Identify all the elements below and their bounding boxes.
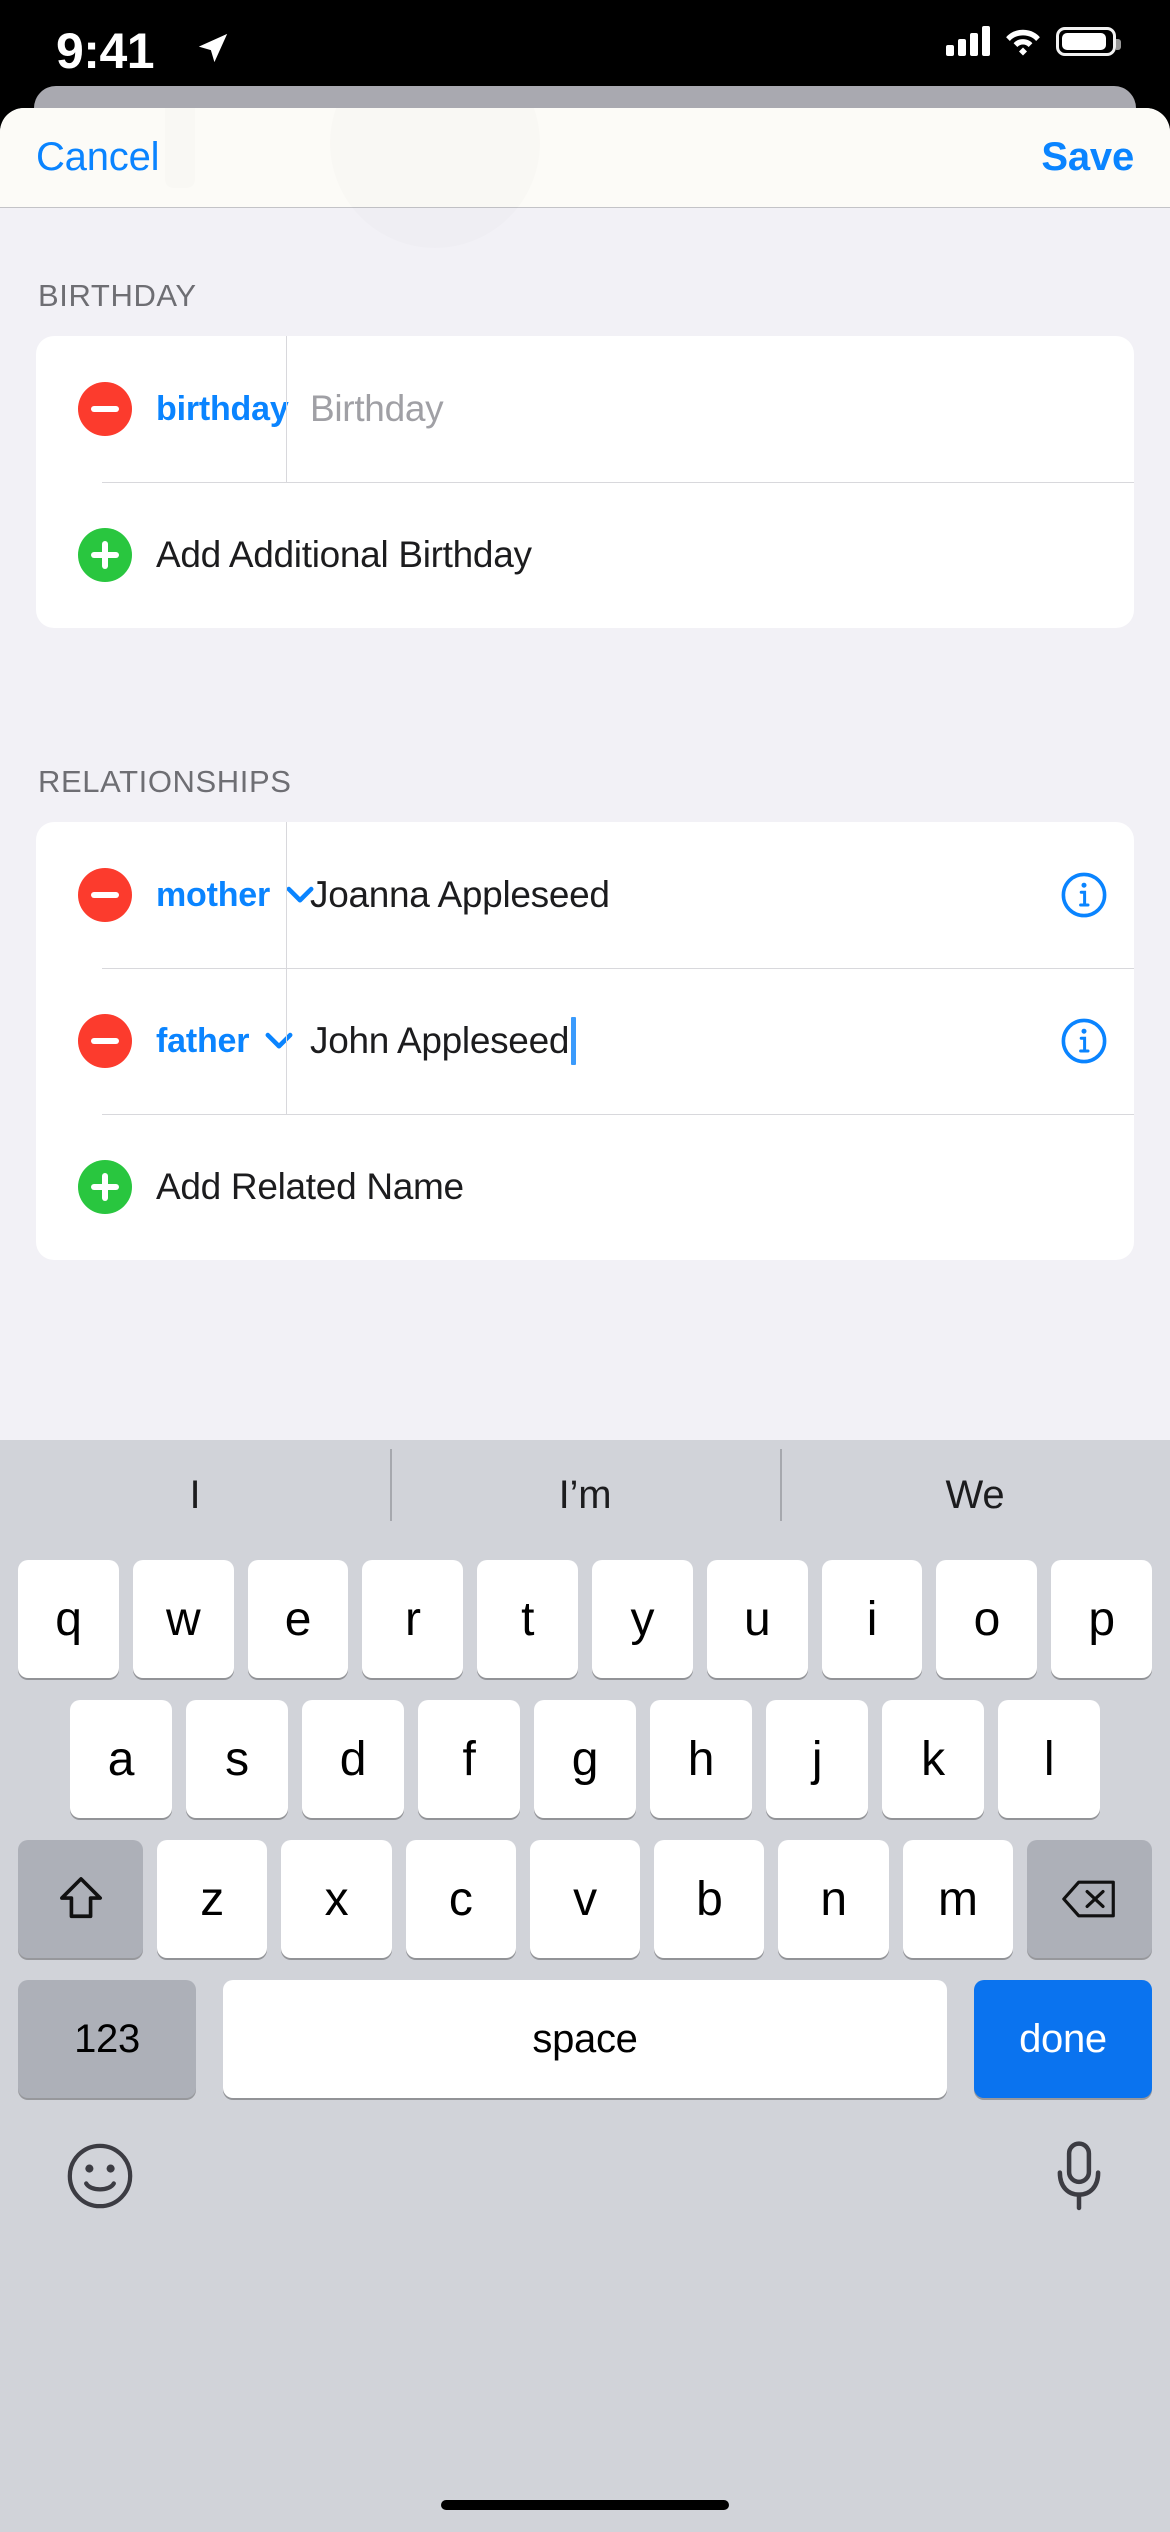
microphone-icon[interactable] bbox=[1054, 2140, 1104, 2212]
status-bar-time: 9:41 bbox=[56, 23, 155, 79]
wifi-icon bbox=[1006, 29, 1040, 56]
cellular-bars-icon bbox=[946, 26, 990, 56]
add-related-name-label: Add Related Name bbox=[156, 1166, 464, 1207]
father-row-left: father bbox=[36, 1014, 293, 1068]
row-vertical-divider bbox=[286, 822, 287, 968]
row-vertical-divider bbox=[286, 968, 287, 1114]
key-g[interactable]: g bbox=[534, 1700, 636, 1818]
keyboard-row-3: z x c v b n m bbox=[0, 1818, 1170, 1958]
shift-key[interactable] bbox=[18, 1840, 144, 1958]
minus-circle-icon[interactable] bbox=[78, 868, 132, 922]
info-circle-icon[interactable] bbox=[1060, 871, 1108, 919]
father-name-input[interactable]: John Appleseed bbox=[286, 1017, 1134, 1065]
minus-circle-icon[interactable] bbox=[78, 382, 132, 436]
suggestion-0[interactable]: I bbox=[0, 1473, 390, 1518]
backspace-key[interactable] bbox=[1026, 1840, 1152, 1958]
section-header-relationships: RELATIONSHIPS bbox=[38, 764, 292, 799]
backspace-icon bbox=[1062, 1880, 1116, 1918]
birthday-row[interactable]: birthday Birthday bbox=[36, 336, 1134, 482]
birthday-input[interactable]: Birthday bbox=[286, 388, 1134, 430]
key-e[interactable]: e bbox=[247, 1560, 349, 1678]
key-j[interactable]: j bbox=[766, 1700, 868, 1818]
birthday-card: birthday Birthday Add Additional Birthda… bbox=[36, 336, 1134, 628]
plus-circle-icon[interactable] bbox=[78, 528, 132, 582]
status-bar-indicators bbox=[946, 26, 1121, 56]
key-i[interactable]: i bbox=[821, 1560, 923, 1678]
key-h[interactable]: h bbox=[650, 1700, 752, 1818]
row-vertical-divider bbox=[286, 336, 287, 482]
location-arrow-icon bbox=[198, 33, 228, 63]
emoji-smiley-icon[interactable] bbox=[66, 2142, 134, 2210]
mother-field-label[interactable]: mother bbox=[156, 876, 270, 915]
navigation-bar: Cancel Save bbox=[0, 108, 1170, 208]
key-s[interactable]: s bbox=[186, 1700, 288, 1818]
text-cursor bbox=[571, 1017, 577, 1065]
keyboard-row-4: 123 space done bbox=[0, 1958, 1170, 2098]
section-header-birthday: BIRTHDAY bbox=[38, 278, 197, 313]
form-content: BIRTHDAY birthday Birthday Add Additiona… bbox=[0, 208, 1170, 1270]
add-additional-birthday-label: Add Additional Birthday bbox=[156, 534, 532, 575]
key-b[interactable]: b bbox=[654, 1840, 765, 1958]
virtual-keyboard: I I’m We q w e r t y u i o p a s d f g h… bbox=[0, 1440, 1170, 2532]
key-m[interactable]: m bbox=[902, 1840, 1013, 1958]
relationship-row-father[interactable]: father John Appleseed bbox=[36, 968, 1134, 1114]
mother-row-left: mother bbox=[36, 868, 314, 922]
key-n[interactable]: n bbox=[778, 1840, 889, 1958]
key-z[interactable]: z bbox=[157, 1840, 268, 1958]
done-key[interactable]: done bbox=[974, 1980, 1152, 2098]
iphone-screen: 9:41 Cancel Save BIRTHDAY birthday Birth… bbox=[0, 0, 1170, 2532]
key-p[interactable]: p bbox=[1051, 1560, 1152, 1678]
key-u[interactable]: u bbox=[706, 1560, 808, 1678]
key-o[interactable]: o bbox=[936, 1560, 1038, 1678]
key-a[interactable]: a bbox=[70, 1700, 172, 1818]
add-related-name-row[interactable]: Add Related Name bbox=[36, 1114, 1134, 1260]
numbers-key[interactable]: 123 bbox=[18, 1980, 196, 2098]
father-name-value: John Appleseed bbox=[310, 1020, 570, 1061]
mother-name-value: Joanna Appleseed bbox=[310, 874, 610, 915]
battery-full-icon bbox=[1056, 26, 1121, 56]
key-d[interactable]: d bbox=[302, 1700, 404, 1818]
key-w[interactable]: w bbox=[132, 1560, 234, 1678]
plus-circle-icon[interactable] bbox=[78, 1160, 132, 1214]
keyboard-row-1: q w e r t y u i o p bbox=[0, 1550, 1170, 1678]
key-q[interactable]: q bbox=[18, 1560, 119, 1678]
suggestion-1[interactable]: I’m bbox=[390, 1448, 780, 1521]
key-f[interactable]: f bbox=[418, 1700, 520, 1818]
cancel-button[interactable]: Cancel bbox=[36, 135, 160, 180]
key-t[interactable]: t bbox=[477, 1560, 578, 1678]
shift-arrow-icon bbox=[59, 1877, 102, 1919]
key-l[interactable]: l bbox=[998, 1700, 1100, 1818]
predictive-suggestion-bar: I I’m We bbox=[0, 1440, 1170, 1550]
key-c[interactable]: c bbox=[405, 1840, 516, 1958]
suggestion-2[interactable]: We bbox=[780, 1448, 1170, 1521]
key-x[interactable]: x bbox=[281, 1840, 392, 1958]
status-bar: 9:41 bbox=[0, 0, 1170, 100]
mother-name-input[interactable]: Joanna Appleseed bbox=[286, 871, 1134, 919]
relationships-card: mother Joanna Appleseed father John Appl… bbox=[36, 822, 1134, 1260]
key-v[interactable]: v bbox=[529, 1840, 641, 1958]
space-key[interactable]: space bbox=[223, 1980, 947, 2098]
key-y[interactable]: y bbox=[592, 1560, 693, 1678]
key-k[interactable]: k bbox=[882, 1700, 984, 1818]
keyboard-bottom-bar bbox=[0, 2098, 1170, 2212]
birthday-field-label[interactable]: birthday bbox=[156, 390, 289, 429]
birthday-row-left: birthday bbox=[36, 382, 289, 436]
minus-circle-icon[interactable] bbox=[78, 1014, 132, 1068]
father-field-label[interactable]: father bbox=[156, 1022, 249, 1061]
save-button[interactable]: Save bbox=[1041, 135, 1134, 180]
key-r[interactable]: r bbox=[362, 1560, 464, 1678]
info-circle-icon[interactable] bbox=[1060, 1017, 1108, 1065]
decorative-ghost bbox=[165, 108, 195, 188]
relationship-row-mother[interactable]: mother Joanna Appleseed bbox=[36, 822, 1134, 968]
add-additional-birthday-row[interactable]: Add Additional Birthday bbox=[36, 482, 1134, 628]
birthday-placeholder-text: Birthday bbox=[310, 388, 444, 429]
home-indicator bbox=[441, 2500, 729, 2510]
keyboard-row-2: a s d f g h j k l bbox=[0, 1678, 1170, 1818]
